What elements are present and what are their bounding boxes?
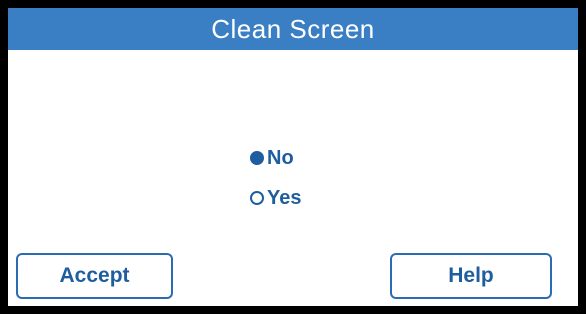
option-yes[interactable]: Yes bbox=[250, 178, 301, 218]
clean-screen-options: No Yes bbox=[250, 138, 301, 218]
option-no-label: No bbox=[267, 146, 294, 169]
option-no[interactable]: No bbox=[250, 138, 301, 178]
help-button-label: Help bbox=[448, 264, 494, 287]
accept-button[interactable]: Accept bbox=[16, 253, 173, 299]
radio-no-selected[interactable] bbox=[250, 151, 264, 165]
title-bar: Clean Screen bbox=[8, 8, 578, 50]
help-button[interactable]: Help bbox=[390, 253, 552, 299]
page-title: Clean Screen bbox=[211, 13, 375, 44]
radio-yes[interactable] bbox=[250, 191, 264, 205]
option-yes-label: Yes bbox=[267, 186, 302, 209]
accept-button-label: Accept bbox=[59, 264, 130, 287]
clean-screen-panel: Clean Screen No Yes Accept Help bbox=[8, 8, 578, 306]
